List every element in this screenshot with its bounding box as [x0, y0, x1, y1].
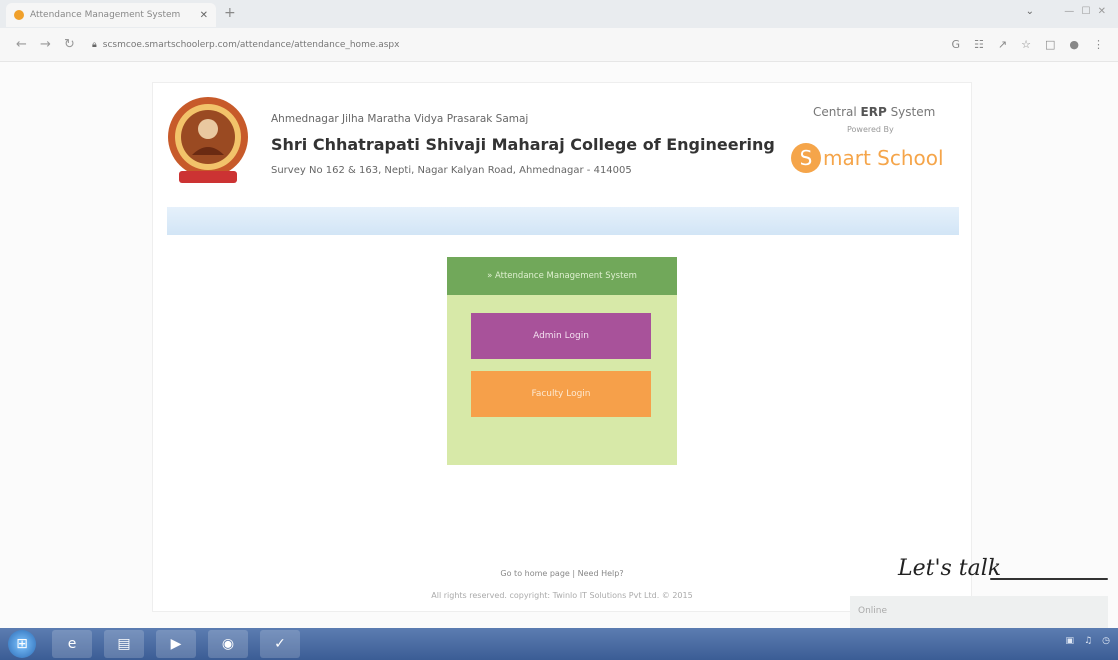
college-address: Survey No 162 & 163, Nepti, Nagar Kalyan… [271, 165, 632, 176]
link-separator: | [569, 569, 578, 578]
network-icon[interactable]: ▣ [1066, 636, 1075, 646]
clock[interactable]: ◷ [1102, 636, 1110, 646]
favicon-icon [14, 10, 24, 20]
tab-title: Attendance Management System [30, 10, 181, 20]
page-container: Ahmednagar Jilha Maratha Vidya Prasarak … [152, 82, 972, 612]
bookmark-star-icon[interactable]: ☆ [1021, 38, 1031, 51]
address-bar[interactable]: 🔒︎ scsmcoe.smartschoolerp.com/attendance… [92, 35, 962, 55]
panel-title: » Attendance Management System [447, 257, 677, 295]
translate-icon[interactable]: ☷ [974, 38, 984, 51]
app-icon[interactable]: ✓ [260, 630, 300, 658]
copyright-text: All rights reserved. copyright: Twinlo I… [431, 591, 693, 600]
need-help-link[interactable]: Need Help? [578, 569, 624, 578]
sidebar-icon[interactable]: □ [1045, 38, 1055, 51]
reload-button[interactable]: ↻ [64, 37, 75, 52]
back-button[interactable]: ← [16, 37, 27, 52]
erp-title: Central ERP System [813, 105, 936, 119]
start-button[interactable]: ⊞ [8, 630, 36, 658]
google-icon[interactable]: G [951, 38, 960, 51]
browser-tabstrip: Attendance Management System ✕ + ⌄ — ☐ ✕ [0, 0, 1118, 28]
volume-icon[interactable]: ♫ [1084, 636, 1092, 646]
tab-search-dropdown[interactable]: ⌄ [1026, 6, 1034, 17]
lets-talk-handwriting: Let's talk [898, 556, 1002, 581]
society-name: Ahmednagar Jilha Maratha Vidya Prasarak … [271, 113, 529, 125]
handwriting-underline [990, 578, 1108, 580]
lock-icon: 🔒︎ [92, 40, 97, 50]
home-page-link[interactable]: Go to home page [500, 569, 569, 578]
admin-login-button[interactable]: Admin Login [471, 313, 651, 359]
forward-button[interactable]: → [40, 37, 51, 52]
ie-icon[interactable]: e [52, 630, 92, 658]
chrome-icon[interactable]: ◉ [208, 630, 248, 658]
college-logo [168, 97, 248, 183]
powered-by: Powered By [847, 125, 894, 134]
system-tray: ▣ ♫ ◷ [1066, 636, 1110, 646]
browser-tab[interactable]: Attendance Management System ✕ [6, 3, 216, 27]
url-text: scsmcoe.smartschoolerp.com/attendance/at… [102, 40, 400, 50]
faculty-login-button[interactable]: Faculty Login [471, 371, 651, 417]
toolbar-icons: G ☷ ↗ ☆ □ ● ⋮ [951, 38, 1104, 51]
chat-widget[interactable]: Online [850, 596, 1108, 628]
share-icon[interactable]: ↗ [998, 38, 1007, 51]
college-name: Shri Chhatrapati Shivaji Maharaj College… [271, 135, 775, 154]
login-panel: » Attendance Management System Admin Log… [447, 257, 677, 465]
footer-links: Go to home page | Need Help? [153, 569, 971, 578]
site-header: Ahmednagar Jilha Maratha Vidya Prasarak … [153, 83, 971, 201]
header-banner [167, 207, 959, 235]
smartschool-logo: Smart School [791, 143, 944, 173]
window-controls[interactable]: — ☐ ✕ [1064, 6, 1108, 17]
windows-taskbar: ⊞ e ▤ ▶ ◉ ✓ ▣ ♫ ◷ [0, 628, 1118, 660]
new-tab-button[interactable]: + [224, 5, 236, 21]
folder-icon[interactable]: ▤ [104, 630, 144, 658]
profile-icon[interactable]: ● [1069, 38, 1079, 51]
browser-toolbar: ← → ↻ 🔒︎ scsmcoe.smartschoolerp.com/atte… [0, 28, 1118, 62]
menu-icon[interactable]: ⋮ [1093, 38, 1104, 51]
close-tab-icon[interactable]: ✕ [200, 10, 208, 21]
media-player-icon[interactable]: ▶ [156, 630, 196, 658]
